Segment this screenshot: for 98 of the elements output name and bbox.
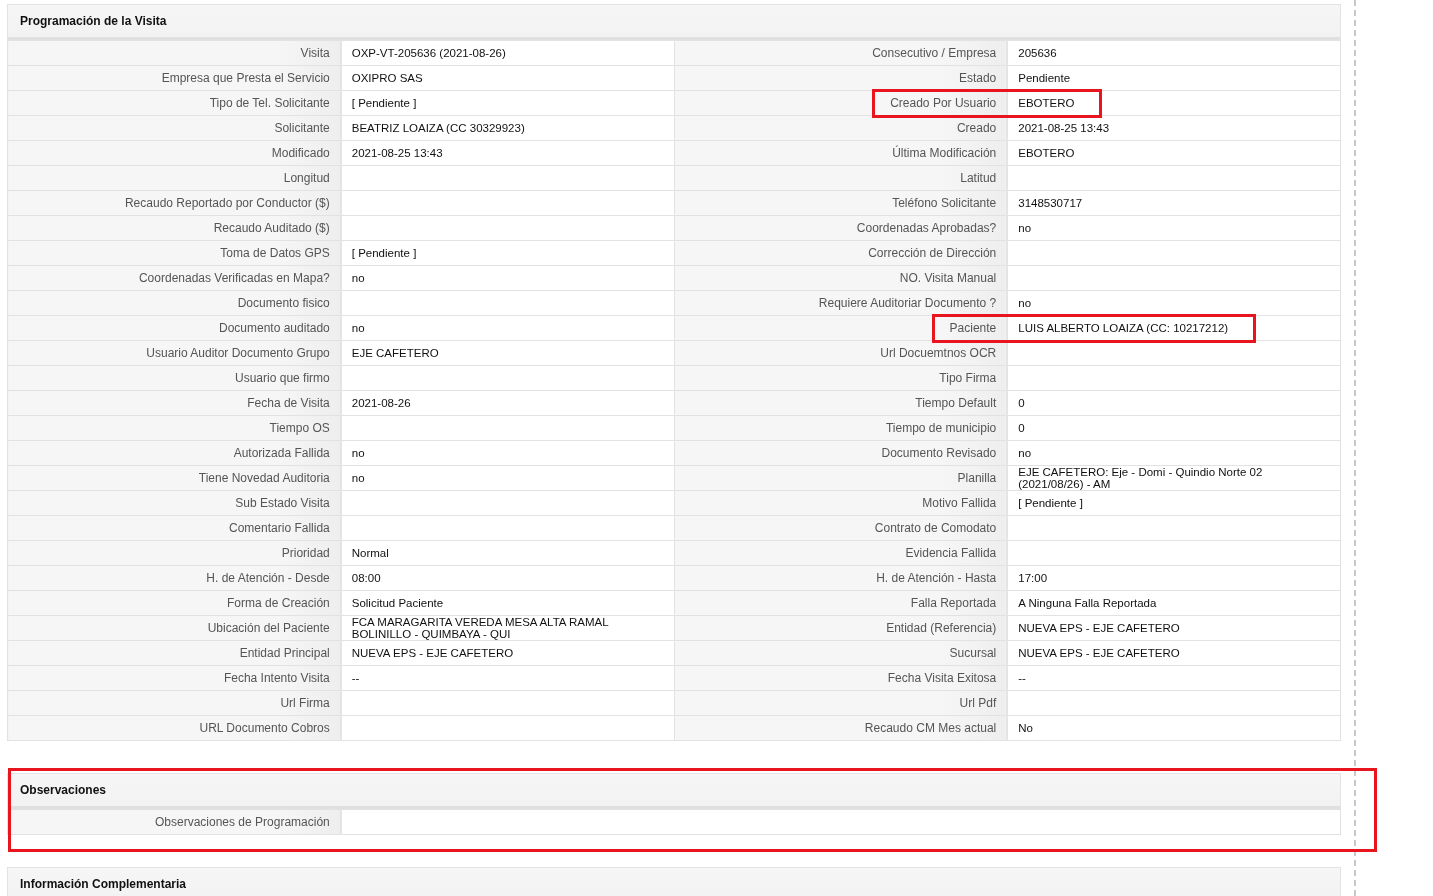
field-value: EJE CAFETERO: Eje - Domi - Quindio Norte 02 (2021/08/26) - AM (1018, 466, 1263, 490)
field-label: Teléfono Solicitante (892, 196, 997, 210)
field-value: EBOTERO (1018, 147, 1075, 159)
field-label: Entidad Principal (239, 646, 330, 660)
field-label: Recaudo Reportado por Conductor ($) (124, 196, 330, 210)
section-header: Información Complementaria (7, 867, 1341, 896)
field-value: 205636 (1018, 47, 1057, 59)
field-label: H. de Atención - Hasta (876, 571, 997, 585)
field-value: [ Pendiente ] (351, 97, 417, 109)
field-label: Sub Estado Visita (235, 496, 330, 510)
field-value: EBOTERO (1018, 97, 1075, 109)
field-value: [ Pendiente ] (1018, 497, 1083, 509)
field-value: Pendiente (1018, 72, 1071, 84)
field-value: 2021-08-25 13:43 (1018, 122, 1110, 134)
field-label: Usuario que firmo (235, 371, 330, 385)
field-label: Longitud (283, 171, 330, 185)
field-label: Modificado (271, 146, 330, 160)
field-value: 2021-08-26 (351, 397, 411, 409)
field-value: -- (1018, 672, 1026, 684)
field-label: Prioridad (281, 546, 330, 560)
field-label: Tipo de Tel. Solicitante (209, 96, 330, 110)
field-value: EJE CAFETERO (351, 347, 439, 359)
section-header: Observaciones (7, 773, 1341, 809)
field-label: Entidad (Referencia) (886, 621, 997, 635)
field-label: Coordenadas Aprobadas? (856, 221, 997, 235)
field-value: 3148530717 (1018, 197, 1083, 209)
field-label: Url Pdf (959, 696, 997, 710)
field-label: Documento auditado (219, 321, 330, 335)
field-label: Corrección de Dirección (868, 246, 997, 260)
field-label: Requiere Auditoriar Documento ? (818, 296, 997, 310)
field-value: no (1018, 447, 1032, 459)
field-value: [ Pendiente ] (351, 247, 417, 259)
field-label: Observaciones de Programación (155, 815, 330, 829)
field-value: OXIPRO SAS (351, 72, 423, 84)
field-label: Creado Por Usuario (890, 96, 997, 110)
field-value: NUEVA EPS - EJE CAFETERO (351, 647, 514, 659)
field-label: Sucursal (949, 646, 997, 660)
field-label: Recaudo Auditado ($) (213, 221, 330, 235)
field-label: Última Modificación (892, 146, 997, 160)
field-label: Tiempo OS (269, 421, 330, 435)
field-label: Documento fisico (237, 296, 330, 310)
field-label: Url Docuemtnos OCR (880, 346, 997, 360)
field-value: no (1018, 297, 1032, 309)
field-label: Motivo Fallida (922, 496, 997, 510)
field-label: Documento Revisado (881, 446, 997, 460)
field-label: Planilla (957, 471, 997, 485)
field-label: Recaudo CM Mes actual (864, 721, 997, 735)
field-label: Ubicación del Paciente (207, 621, 330, 635)
field-label: Fecha Intento Visita (223, 671, 330, 685)
field-value: 08:00 (351, 572, 381, 584)
section-header: Programación de la Visita (7, 4, 1341, 40)
field-label: Url Firma (280, 696, 330, 710)
field-label: Creado (956, 121, 997, 135)
field-label: Evidencia Fallida (905, 546, 997, 560)
field-label: H. de Atención - Desde (206, 571, 330, 585)
field-value: 17:00 (1018, 572, 1048, 584)
field-label: Paciente (949, 321, 997, 335)
field-value: -- (351, 672, 360, 684)
field-value: Normal (351, 547, 389, 559)
field-value: NUEVA EPS - EJE CAFETERO (1018, 647, 1180, 659)
field-value: 0 (1018, 422, 1025, 434)
field-label: Consecutivo / Empresa (872, 46, 997, 60)
field-value: NUEVA EPS - EJE CAFETERO (1018, 622, 1180, 634)
field-label: Comentario Fallida (229, 521, 330, 535)
field-label: Empresa que Presta el Servicio (161, 71, 330, 85)
field-value: no (351, 447, 365, 459)
field-label: Tiempo Default (915, 396, 997, 410)
field-label: NO. Visita Manual (899, 271, 997, 285)
field-value: LUIS ALBERTO LOAIZA (CC: 10217212) (1018, 322, 1229, 334)
field-label: Tipo Firma (939, 371, 997, 385)
field-value: Solicitud Paciente (351, 597, 444, 609)
field-label: Solicitante (274, 121, 330, 135)
field-label: Toma de Datos GPS (220, 246, 330, 260)
field-label: URL Documento Cobros (199, 721, 330, 735)
field-value: No (1018, 722, 1033, 734)
field-value: no (1018, 222, 1032, 234)
field-label: Usuario Auditor Documento Grupo (146, 346, 330, 360)
field-label: Tiene Novedad Auditoria (198, 471, 330, 485)
field-label: Forma de Creación (227, 596, 330, 610)
field-value: A Ninguna Falla Reportada (1018, 597, 1157, 609)
field-label: Visita (300, 46, 330, 60)
field-label: Fecha de Visita (247, 396, 330, 410)
field-label: Coordenadas Verificadas en Mapa? (138, 271, 330, 285)
field-value: no (351, 472, 365, 484)
field-value: 2021-08-25 13:43 (351, 147, 443, 159)
field-value: no (351, 272, 365, 284)
field-label: Contrato de Comodato (874, 521, 997, 535)
field-value: no (351, 322, 365, 334)
field-label: Autorizada Fallida (233, 446, 330, 460)
field-label: Falla Reportada (910, 596, 997, 610)
field-value: FCA MARAGARITA VEREDA MESA ALTA RAMAL BOLINILLO - QUIMBAYA - QUI (351, 616, 609, 640)
field-label: Fecha Visita Exitosa (887, 671, 997, 685)
field-value: OXP-VT-205636 (2021-08-26) (351, 47, 506, 59)
field-label: Latitud (960, 171, 997, 185)
field-value: 0 (1018, 397, 1025, 409)
field-label: Tiempo de municipio (885, 421, 997, 435)
field-value: BEATRIZ LOAIZA (CC 30329923) (351, 122, 525, 134)
field-label: Estado (958, 71, 997, 85)
